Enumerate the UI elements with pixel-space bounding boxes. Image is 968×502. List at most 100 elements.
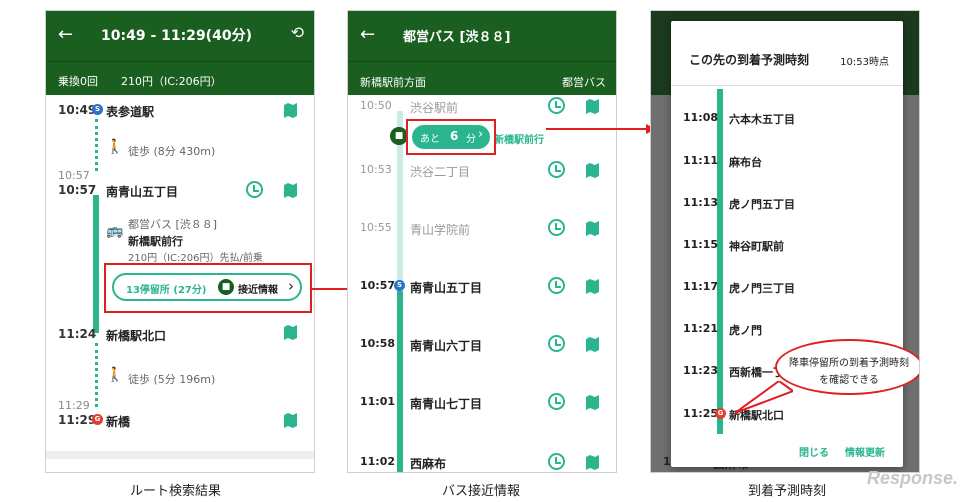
clock-icon[interactable] (548, 97, 565, 114)
stop-time: 11:24 (58, 327, 97, 341)
close-button[interactable]: 閉じる (799, 444, 829, 459)
highlight-box (406, 119, 496, 155)
callout-line1: 降車停留所の到着予測時刻 (789, 358, 909, 369)
clock-icon[interactable] (548, 161, 565, 178)
row-time: 11:17 (683, 280, 719, 293)
back-arrow-icon[interactable]: ← (58, 24, 73, 45)
highlight-box (104, 263, 312, 313)
walk-info: 徒歩 (5分 196m) (128, 373, 216, 386)
fare-bar: 乗換0回 210円（IC:206円） (46, 61, 314, 95)
row-time: 11:21 (683, 322, 719, 335)
row-name: 西麻布 (410, 457, 447, 471)
clock-icon[interactable] (548, 277, 565, 294)
transfers-count: 乗換0回 (58, 75, 98, 88)
walk-path (95, 343, 98, 407)
walk-path (95, 119, 98, 171)
refresh-button[interactable]: 情報更新 (845, 444, 885, 459)
row-time: 10:57 (360, 279, 396, 292)
clock-icon[interactable] (548, 393, 565, 410)
row-time: 10:58 (360, 337, 396, 350)
operator: 都営バス (562, 76, 606, 89)
row-time: 11:23 (683, 364, 719, 377)
clock-icon[interactable] (246, 181, 263, 198)
stop-name: 南青山五丁目 (106, 185, 179, 199)
bus-destination: 新橋駅前行 (128, 235, 183, 248)
fare-text: 210円（IC:206円） (121, 75, 222, 88)
walk-icon: 🚶 (106, 367, 124, 383)
route-result-screen: ← 10:49 - 11:29(40分) ⟲ 乗換0回 210円（IC:206円… (45, 10, 315, 473)
row-name: 虎ノ門五丁目 (729, 198, 795, 211)
divider (46, 451, 314, 459)
back-arrow-icon[interactable]: ← (360, 24, 375, 45)
row-time: 10:53 (360, 163, 392, 176)
map-icon[interactable] (284, 325, 297, 340)
bus-route-line (93, 195, 99, 333)
row-time: 11:25 (683, 407, 719, 420)
watermark-logo: Response. (866, 468, 958, 488)
clock-icon[interactable] (548, 335, 565, 352)
route-line (397, 291, 403, 472)
row-name: 虎ノ門 (729, 324, 762, 337)
map-icon[interactable] (586, 99, 599, 114)
bus-line-name: 都営バス [渋８８] (128, 218, 218, 231)
row-name: 六本木五丁目 (729, 113, 795, 126)
bus-icon: 🚌 (106, 223, 124, 239)
row-time: 11:01 (360, 395, 396, 408)
row-time: 11:02 (360, 455, 396, 468)
map-icon[interactable] (284, 103, 297, 118)
direction: 新橋駅前方面 (360, 76, 426, 89)
map-icon[interactable] (586, 221, 599, 236)
arrive-time: 11:29 (58, 399, 90, 412)
reroute-icon[interactable]: ⟲ (291, 23, 304, 42)
map-icon[interactable] (586, 337, 599, 352)
callout-bubble: 降車停留所の到着予測時刻 を確認できる (775, 339, 919, 395)
row-name: 南青山六丁目 (410, 339, 483, 353)
arrive-time: 10:57 (58, 169, 90, 182)
map-icon[interactable] (284, 413, 297, 428)
caption-bus-approach: バス接近情報 (442, 484, 521, 499)
header-time-range: 10:49 - 11:29(40分) (101, 28, 252, 44)
row-time: 11:13 (683, 196, 719, 209)
subway-badge-icon: S (394, 280, 405, 291)
bus-fare: 210円（IC:206円）先払/前乗 (128, 253, 263, 264)
dialog-divider (671, 85, 903, 86)
callout-tail (735, 381, 793, 414)
row-name: 南青山七丁目 (410, 397, 483, 411)
callout-line2: を確認できる (819, 375, 879, 386)
route-title: 都営バス [渋８８] (403, 30, 511, 45)
row-name: 青山学院前 (410, 223, 471, 237)
row-time: 10:50 (360, 99, 392, 112)
row-time: 11:15 (683, 238, 719, 251)
subway-badge-icon: G (92, 414, 103, 425)
map-icon[interactable] (586, 395, 599, 410)
row-time: 11:08 (683, 111, 719, 124)
app-header: ← 10:49 - 11:29(40分) ⟲ (46, 11, 314, 61)
map-icon[interactable] (586, 163, 599, 178)
pointer-arrow (546, 124, 656, 134)
clock-icon[interactable] (548, 219, 565, 236)
walk-info: 徒歩 (8分 430m) (128, 145, 216, 158)
stop-name: 新橋駅北口 (106, 329, 167, 343)
row-name: 渋谷二丁目 (410, 165, 471, 179)
caption-route-result: ルート検索結果 (130, 484, 222, 499)
walk-icon: 🚶 (106, 139, 124, 155)
bus-approach-screen: ← 都営バス [渋８８] 新橋駅前方面 都営バス 10:50 渋谷駅前 ■ あと… (347, 10, 617, 473)
arrival-forecast-screen: 11:02 西麻布 この先の到着予測時刻 10:53時点 11:08 六本木五丁… (650, 10, 920, 473)
row-name: 虎ノ門三丁目 (729, 282, 795, 295)
stop-name: 表参道駅 (106, 105, 155, 119)
map-icon[interactable] (586, 455, 599, 470)
subway-badge-icon: G (715, 408, 726, 419)
app-header: ← 都営バス [渋８８] (348, 11, 616, 61)
row-name: 神谷町駅前 (729, 240, 784, 253)
route-line (717, 89, 723, 434)
map-icon[interactable] (284, 183, 297, 198)
row-time: 10:55 (360, 221, 392, 234)
row-name: 渋谷駅前 (410, 101, 459, 115)
map-icon[interactable] (586, 279, 599, 294)
stop-time: 10:49 (58, 103, 97, 117)
clock-icon[interactable] (548, 453, 565, 470)
row-name: 南青山五丁目 (410, 281, 483, 295)
stop-time: 11:29 (58, 413, 97, 427)
caption-arrival-forecast: 到着予測時刻 (748, 484, 827, 499)
dialog-timestamp: 10:53時点 (840, 57, 889, 68)
